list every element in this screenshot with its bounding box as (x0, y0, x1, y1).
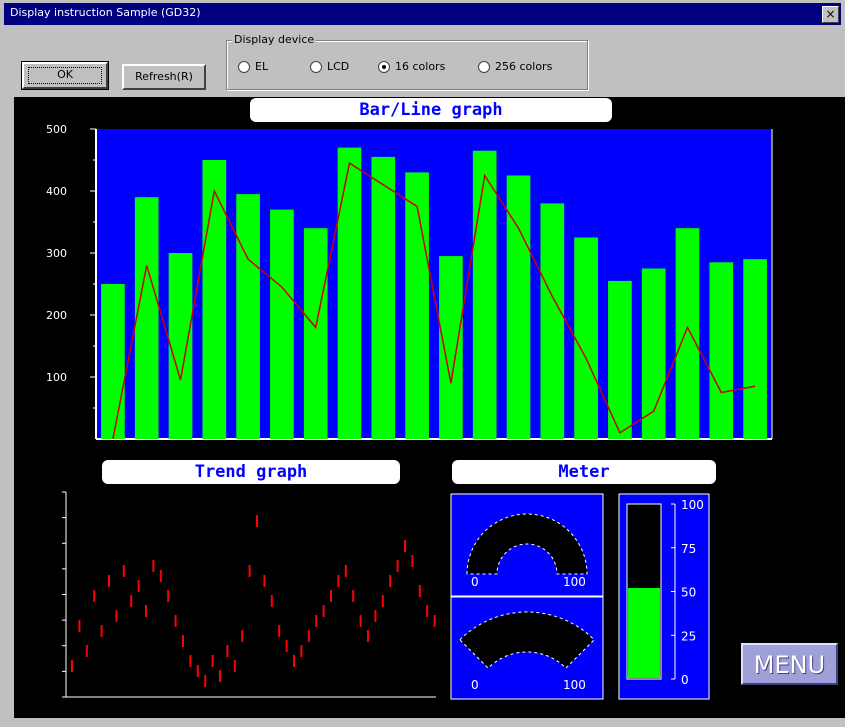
bar (405, 172, 429, 439)
meter-title: Meter (452, 460, 716, 484)
app-window: Display instruction Sample (GD32) × OK R… (0, 0, 845, 724)
bar (236, 194, 260, 439)
radio-button-icon (478, 60, 490, 73)
bar (134, 197, 159, 439)
vertical-meter-tick-label: 75 (681, 542, 696, 556)
vertical-meter-tick-label: 0 (681, 673, 689, 687)
arc-min-label: 0 (471, 575, 479, 589)
bar (202, 160, 227, 439)
radio-button-icon (238, 60, 250, 73)
vertical-meter-tick-label: 25 (681, 629, 696, 643)
display-panel: Bar/Line graph 100 200 300 400 500 Trend gra… (14, 97, 845, 718)
bar (168, 253, 193, 439)
radio-label: LCD (327, 60, 350, 73)
close-button[interactable]: × (822, 6, 839, 23)
vertical-meter-tick-label: 100 (681, 498, 704, 512)
y-tick-label: 100 (46, 371, 67, 384)
bar (574, 237, 598, 439)
radio-256-colors[interactable]: 256 colors (478, 60, 552, 73)
bar (337, 147, 362, 439)
bar (675, 228, 700, 439)
window-title: Display instruction Sample (GD32) (10, 6, 201, 19)
bar (101, 284, 125, 439)
refresh-button[interactable]: Refresh(R) (122, 64, 206, 90)
vertical-meter: 100 75 50 25 0 (618, 493, 710, 700)
bar (270, 209, 294, 439)
vertical-meter-tick-label: 50 (681, 586, 696, 600)
bar (743, 259, 767, 439)
bar (540, 203, 565, 439)
radio-label: EL (255, 60, 269, 73)
radio-button-selected-icon (378, 60, 390, 73)
display-device-legend: Display device (232, 33, 317, 46)
bar (641, 268, 666, 439)
radio-label: 16 colors (395, 60, 446, 73)
bar (439, 256, 463, 439)
arc-max-label: 100 (563, 678, 586, 692)
bar (371, 156, 396, 439)
arc-min-label: 0 (471, 678, 479, 692)
radio-button-icon (310, 60, 322, 73)
bar-line-chart: 100 200 300 400 500 (46, 123, 773, 440)
focus-rect (28, 67, 102, 84)
bar (472, 150, 497, 439)
radio-label: 256 colors (495, 60, 553, 73)
y-tick-label: 500 (46, 123, 67, 136)
y-tick-label: 300 (46, 247, 67, 260)
arc-meter-1: 0 100 (450, 493, 604, 597)
bar (303, 228, 328, 439)
vertical-meter-fill (628, 588, 660, 678)
arc-meter-2: 0 100 (450, 596, 604, 700)
trend-graph (62, 491, 436, 698)
y-tick-label: 200 (46, 309, 67, 322)
radio-el[interactable]: EL (238, 60, 268, 73)
radio-16-colors[interactable]: 16 colors (378, 60, 445, 73)
radio-lcd[interactable]: LCD (310, 60, 349, 73)
title-bar[interactable]: Display instruction Sample (GD32) × (4, 3, 841, 25)
menu-button[interactable]: MENU (741, 643, 838, 685)
trend-graph-title: Trend graph (102, 460, 400, 484)
arc-max-label: 100 (563, 575, 586, 589)
y-tick-label: 400 (46, 185, 67, 198)
bar (709, 262, 734, 439)
ok-button[interactable]: OK (21, 61, 109, 90)
